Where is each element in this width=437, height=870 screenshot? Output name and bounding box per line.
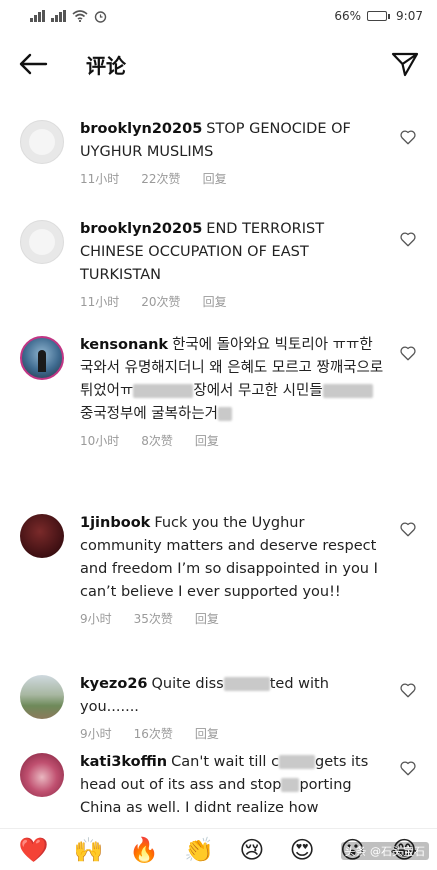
comment-text: kyezo26 Quite diss ted with you....... [80,673,385,719]
comment-username[interactable]: 1jinbook [80,515,150,531]
comment-time: 10小时 [80,434,120,448]
redaction-blur [322,384,373,398]
status-right: 66% 9:07 [334,9,423,23]
signal-icon [30,10,45,22]
wifi-icon [72,10,88,22]
redaction-blur [281,778,300,792]
header: 评论 [0,32,437,96]
comment-text: kensonank 한국에 돌아와요 빅토리아 ㅠㅠ한국와서 유명해지더니 왜 은… [80,334,385,426]
signal-icon-2 [51,10,66,22]
battery-percent: 66% [334,9,362,23]
comment-list[interactable]: brooklyn20205 STOP GENOCIDE OF UYGHUR MUS… [0,96,437,828]
status-bar: 66% 9:07 [0,0,437,32]
comment-body: brooklyn20205 END TERRORIST CHINESE OCCUP… [80,218,419,316]
comment-likes[interactable]: 8次赞 [141,432,173,449]
battery-icon [367,11,391,21]
heart-emoji-button[interactable]: ❤️ [19,836,49,864]
comment-item: brooklyn20205 END TERRORIST CHINESE OCCUP… [0,198,437,316]
comment-body: kensonank 한국에 돌아와요 빅토리아 ㅠㅠ한국와서 유명해지더니 왜 은… [80,334,419,494]
comment-time: 11小时 [80,172,120,186]
comment-message-part: 중국정부에 굴복하는거 [80,406,219,422]
raised-hands-emoji-button[interactable]: 🙌 [74,836,104,864]
page-title: 评论 [86,53,126,78]
comment-body: brooklyn20205 STOP GENOCIDE OF UYGHUR MUS… [80,118,419,198]
comment-message: Can't wait till c [171,754,280,770]
comment-text: brooklyn20205 STOP GENOCIDE OF UYGHUR MUS… [80,118,385,164]
comment-meta: 9小时 35次赞 回复 [80,610,385,627]
redaction-blur [279,755,316,769]
comment-item: brooklyn20205 STOP GENOCIDE OF UYGHUR MUS… [0,96,437,198]
redaction-blur [133,384,194,398]
comment-item: kensonank 한국에 돌아와요 빅토리아 ㅠㅠ한국와서 유명해지더니 왜 은… [0,316,437,494]
reply-button[interactable]: 回复 [195,432,219,449]
comment-meta: 11小时 20次赞 回复 [80,293,385,310]
clock: 9:07 [396,9,423,23]
comment-username[interactable]: brooklyn20205 [80,221,202,237]
comment-meta: 11小时 22次赞 回复 [80,170,385,187]
avatar[interactable] [20,514,64,558]
heart-icon[interactable] [399,128,417,146]
comment-username[interactable]: kyezo26 [80,676,148,692]
avatar[interactable] [20,753,64,797]
comment-text: kati3koffin Can't wait till c gets its hea… [80,751,385,820]
comment-body: 1jinbook Fuck you the Uyghur community ma… [80,512,419,659]
redaction-blur [218,407,233,421]
comment-time: 11小时 [80,295,120,309]
redaction-blur [223,677,270,691]
back-arrow-icon[interactable] [18,53,48,75]
heart-icon[interactable] [399,344,417,362]
heart-icon[interactable] [399,759,417,777]
header-left: 评论 [18,50,126,79]
fire-emoji-button[interactable]: 🔥 [129,836,159,864]
paper-plane-icon[interactable] [391,51,419,77]
comment-username[interactable]: brooklyn20205 [80,121,202,137]
avatar[interactable] [20,336,64,380]
comment-item: kati3koffin Can't wait till c gets its hea… [0,737,437,828]
heart-icon[interactable] [399,520,417,538]
comment-username[interactable]: kati3koffin [80,754,167,770]
comment-text: brooklyn20205 END TERRORIST CHINESE OCCUP… [80,218,385,287]
comment-likes[interactable]: 22次赞 [141,170,180,187]
comment-item: 1jinbook Fuck you the Uyghur community ma… [0,494,437,659]
avatar[interactable] [20,220,64,264]
comment-likes[interactable]: 20次赞 [141,293,180,310]
comment-username[interactable]: kensonank [80,337,168,353]
reply-button[interactable]: 回复 [195,610,219,627]
comment-item: kyezo26 Quite diss ted with you....... 9小时… [0,659,437,741]
comment-likes[interactable]: 35次赞 [134,610,173,627]
reply-button[interactable]: 回复 [203,293,227,310]
comment-meta: 10小时 8次赞 回复 [80,432,385,449]
heart-icon[interactable] [399,230,417,248]
comment-time: 9小时 [80,612,112,626]
alarm-icon [94,10,107,23]
watermark: 头条 @石头宝石 [340,842,429,860]
avatar[interactable] [20,120,64,164]
avatar[interactable] [20,675,64,719]
comment-text: 1jinbook Fuck you the Uyghur community ma… [80,512,385,604]
reply-button[interactable]: 回复 [203,170,227,187]
clap-emoji-button[interactable]: 👏 [184,836,214,864]
heart-eyes-emoji-button[interactable]: 😍 [290,836,315,864]
crying-emoji-button[interactable]: 😢 [239,836,264,864]
comment-body: kati3koffin Can't wait till c gets its hea… [80,751,419,828]
comment-message: Quite diss [151,676,224,692]
comment-body: kyezo26 Quite diss ted with you....... 9小时… [80,673,419,741]
heart-icon[interactable] [399,681,417,699]
status-indicators [30,10,107,23]
comment-message-part: 장에서 무고한 시민들 [193,383,323,399]
